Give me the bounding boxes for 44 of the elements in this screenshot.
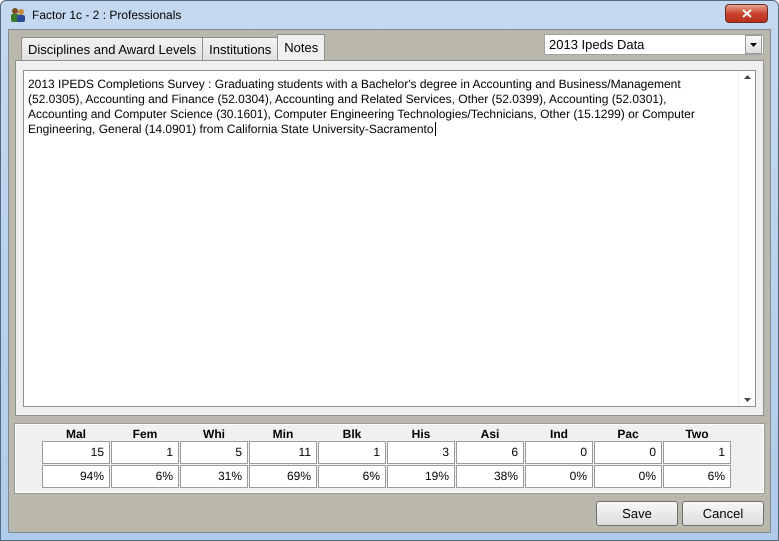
scroll-down-icon[interactable]	[744, 398, 750, 402]
count-cell: 3	[387, 441, 455, 464]
column-header: Asi	[480, 428, 500, 441]
percent-cell: 69%	[249, 465, 317, 488]
percent-cell: 6%	[111, 465, 179, 488]
percent-cell: 94%	[42, 465, 110, 488]
notes-field[interactable]: 2013 IPEDS Completions Survey : Graduating students with a Bachelor's degree in Accounting and Business/Management (52.0305), Accounting and Finance (52.0304), Accounting and Related Services, Other (52.0399), Accounting (52.0301), Accounting and Computer Science (30.1601), Computer Engineering Technologies/Technicians, Other (15.1299) or Computer Engineering, General (14.0901) from California State University-Sacramento	[23, 70, 756, 407]
percent-cell: 6%	[318, 465, 386, 488]
column-header: Blk	[342, 428, 362, 441]
tab[interactable]: Disciplines and Award Levels	[21, 37, 204, 60]
percent-cell: 19%	[387, 465, 455, 488]
count-cell: 1	[663, 441, 731, 464]
column-header: Mal	[64, 428, 87, 441]
count-cell: 15	[42, 441, 110, 464]
count-cell: 11	[249, 441, 317, 464]
save-button[interactable]: Save	[596, 501, 678, 526]
column-header: His	[410, 428, 432, 441]
percent-cell: 31%	[180, 465, 248, 488]
count-cell: 0	[525, 441, 593, 464]
window-title: Factor 1c - 2 : Professionals	[32, 8, 182, 22]
column-header: Ind	[549, 428, 569, 441]
close-icon	[742, 8, 752, 18]
caret-icon	[750, 42, 757, 46]
column-header: Min	[272, 428, 294, 441]
percent-cell: 38%	[456, 465, 524, 488]
count-cell: 1	[318, 441, 386, 464]
count-cell: 6	[456, 441, 524, 464]
count-cell: 0	[594, 441, 662, 464]
tab[interactable]: Notes	[277, 34, 326, 60]
column-header: Pac	[616, 428, 640, 441]
percent-cell: 0%	[594, 465, 662, 488]
column-header: Whi	[202, 428, 226, 441]
people-icon	[10, 7, 26, 23]
scroll-up-icon[interactable]	[744, 75, 750, 79]
close-button[interactable]	[725, 4, 768, 22]
cancel-button[interactable]: Cancel	[682, 501, 764, 526]
tab[interactable]: Institutions	[202, 37, 278, 60]
percent-cell: 0%	[525, 465, 593, 488]
column-header: Fem	[132, 428, 158, 441]
data-source-dropdown[interactable]: 2013 Ipeds Data	[544, 34, 764, 55]
column-header: Two	[684, 428, 710, 441]
count-cell: 5	[180, 441, 248, 464]
count-cell: 1	[111, 441, 179, 464]
percent-cell: 6%	[663, 465, 731, 488]
